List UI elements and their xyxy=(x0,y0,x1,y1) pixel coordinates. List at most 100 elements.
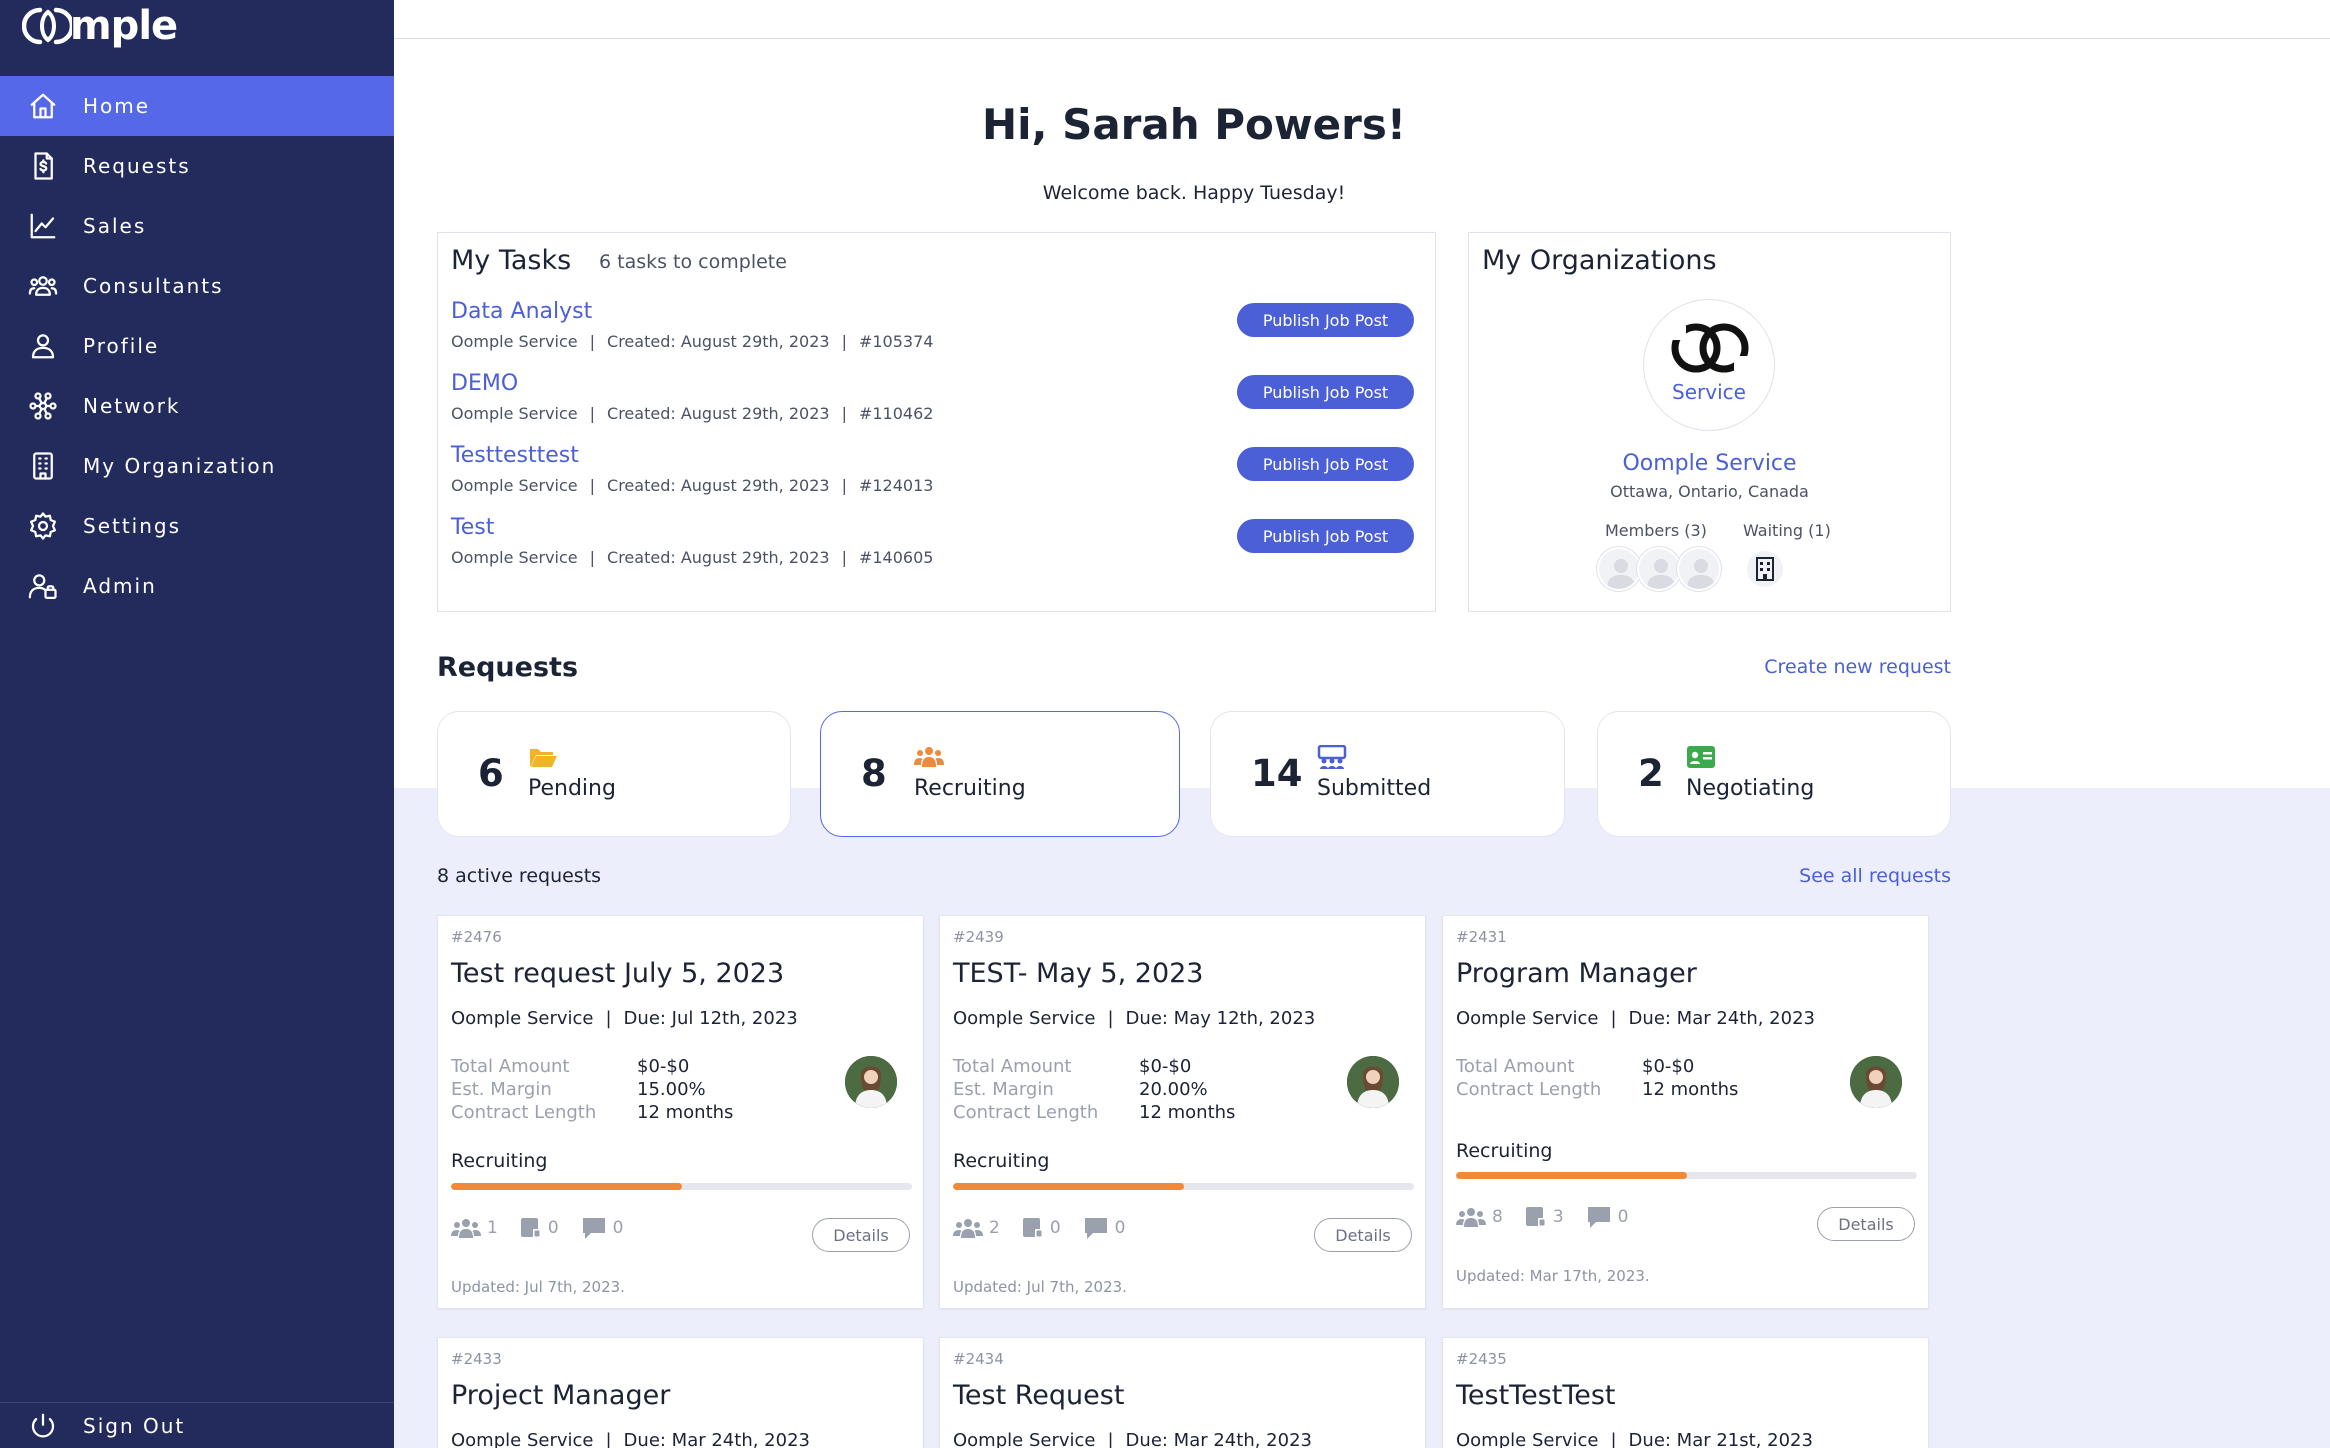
sidebar-item-network[interactable]: Network xyxy=(0,376,394,436)
task-org: Oomple Service xyxy=(451,476,578,495)
top-bar xyxy=(394,0,2330,39)
user-placeholder-icon xyxy=(1647,559,1675,589)
task-id: #110462 xyxy=(858,404,934,423)
sidebar-item-consultants[interactable]: Consultants xyxy=(0,256,394,316)
requests-heading: Requests xyxy=(437,652,579,683)
users-group-icon xyxy=(953,1219,983,1238)
member-avatar[interactable] xyxy=(1677,547,1721,591)
comment-icon xyxy=(1587,1207,1610,1228)
details-button[interactable]: Details xyxy=(1817,1207,1915,1241)
stat-count: 14 xyxy=(1251,752,1303,795)
publish-job-post-button[interactable]: Publish Job Post xyxy=(1237,519,1414,553)
sidebar-item-profile[interactable]: Profile xyxy=(0,316,394,376)
request-title[interactable]: Test Request xyxy=(953,1380,1124,1411)
submissions-count: 0 xyxy=(1022,1217,1061,1239)
progress-bar xyxy=(1456,1172,1917,1179)
request-due: Due: Mar 24th, 2023 xyxy=(1125,1430,1312,1448)
chart-line-icon xyxy=(27,210,59,242)
stat-submitted[interactable]: 14 Submitted xyxy=(1210,711,1565,837)
stat-recruiting[interactable]: 8 Recruiting xyxy=(820,711,1180,837)
organization-name-link[interactable]: Oomple Service xyxy=(1469,451,1950,476)
candidates-count: 1 xyxy=(451,1217,498,1239)
sidebar-item-label: Sales xyxy=(83,214,147,238)
stat-key: Total Amount xyxy=(1456,1056,1575,1077)
candidates-count: 8 xyxy=(1456,1206,1503,1228)
request-counts: 1 0 0 xyxy=(451,1216,645,1240)
request-title[interactable]: Test request July 5, 2023 xyxy=(451,958,784,989)
task-created: Created: August 29th, 2023 xyxy=(607,332,830,351)
sidebar-item-label: Requests xyxy=(83,154,191,178)
task-item: Data Analyst Oomple Service | Created: Aug… xyxy=(451,299,1426,361)
id-card-icon xyxy=(1687,746,1715,768)
request-card[interactable]: #2476 Test request July 5, 2023 Oomple S… xyxy=(437,915,924,1309)
count-value: 0 xyxy=(1617,1207,1629,1227)
sidebar-item-label: Settings xyxy=(83,514,182,538)
building-icon xyxy=(27,450,59,482)
waiting-organization[interactable] xyxy=(1747,551,1783,587)
avatar[interactable] xyxy=(1347,1056,1399,1108)
document-stack-icon xyxy=(520,1218,541,1238)
avatar-photo-icon xyxy=(845,1056,897,1108)
request-title[interactable]: Program Manager xyxy=(1456,958,1697,989)
sidebar-item-my-organization[interactable]: My Organization xyxy=(0,436,394,496)
publish-job-post-button[interactable]: Publish Job Post xyxy=(1237,303,1414,337)
request-org: Oomple Service xyxy=(451,1008,594,1029)
avatar[interactable] xyxy=(845,1056,897,1108)
details-button[interactable]: Details xyxy=(812,1218,910,1252)
publish-job-post-button[interactable]: Publish Job Post xyxy=(1237,375,1414,409)
count-value: 2 xyxy=(989,1218,1000,1238)
waiting-label: Waiting (1) xyxy=(1743,521,1831,540)
stat-key: Est. Margin xyxy=(953,1079,1054,1100)
request-title[interactable]: TestTestTest xyxy=(1456,1380,1616,1411)
status-label: Recruiting xyxy=(1456,1140,1553,1162)
stat-negotiating[interactable]: 2 Negotiating xyxy=(1597,711,1951,837)
request-card[interactable]: #2433 Project Manager Oomple Service | Due… xyxy=(437,1337,924,1448)
sidebar-item-requests[interactable]: Requests xyxy=(0,136,394,196)
organization-location: Ottawa, Ontario, Canada xyxy=(1610,482,1809,501)
task-item: Test Oomple Service | Created: August 29th… xyxy=(451,515,1426,577)
request-due: Due: May 12th, 2023 xyxy=(1125,1008,1316,1029)
sign-out-button[interactable]: Sign Out xyxy=(0,1402,394,1448)
task-item: DEMO Oomple Service | Created: August 29th… xyxy=(451,371,1426,433)
avatar-photo-icon xyxy=(1850,1056,1902,1108)
request-card[interactable]: #2435 TestTestTest Oomple Service | Due: M… xyxy=(1442,1337,1929,1448)
request-card[interactable]: #2431 Program Manager Oomple Service | Due… xyxy=(1442,915,1929,1309)
stat-key: Total Amount xyxy=(451,1056,570,1077)
progress-bar xyxy=(953,1183,1414,1190)
request-card[interactable]: #2439 TEST- May 5, 2023 Oomple Service | D… xyxy=(939,915,1426,1309)
comment-icon xyxy=(1084,1218,1107,1239)
task-id: #124013 xyxy=(858,476,934,495)
document-dollar-icon xyxy=(27,150,59,182)
publish-job-post-button[interactable]: Publish Job Post xyxy=(1237,447,1414,481)
stat-count: 2 xyxy=(1638,752,1664,795)
stat-label: Submitted xyxy=(1317,776,1432,801)
logo-mark-icon xyxy=(22,7,72,45)
request-title[interactable]: TEST- May 5, 2023 xyxy=(953,958,1204,989)
sidebar-item-settings[interactable]: Settings xyxy=(0,496,394,556)
submissions-count: 0 xyxy=(520,1217,559,1239)
request-id: #2434 xyxy=(953,1350,1004,1368)
sidebar-item-admin[interactable]: Admin xyxy=(0,556,394,616)
member-avatar[interactable] xyxy=(1637,547,1681,591)
sidebar-item-sales[interactable]: Sales xyxy=(0,196,394,256)
my-tasks-panel: My Tasks 6 tasks to complete Data Analys… xyxy=(437,232,1436,612)
stat-pending[interactable]: 6 Pending xyxy=(437,711,791,837)
sidebar-item-home[interactable]: Home xyxy=(0,76,394,136)
user-icon xyxy=(27,330,59,362)
oomple-logo[interactable]: mple xyxy=(22,2,178,50)
request-title[interactable]: Project Manager xyxy=(451,1380,670,1411)
request-card[interactable]: #2434 Test Request Oomple Service | Due: M… xyxy=(939,1337,1426,1448)
avatar[interactable] xyxy=(1850,1056,1902,1108)
request-due: Due: Mar 21st, 2023 xyxy=(1628,1430,1813,1448)
request-id: #2435 xyxy=(1456,1350,1507,1368)
comments-count: 0 xyxy=(581,1216,623,1240)
details-button[interactable]: Details xyxy=(1314,1218,1412,1252)
create-new-request-link[interactable]: Create new request xyxy=(1764,656,1951,678)
sidebar-item-label: Network xyxy=(83,394,181,418)
organization-logo[interactable]: Service xyxy=(1643,299,1775,431)
see-all-requests-link[interactable]: See all requests xyxy=(1799,865,1951,887)
comment-icon xyxy=(582,1218,605,1239)
user-placeholder-icon xyxy=(1607,559,1635,589)
stat-key: Contract Length xyxy=(1456,1079,1602,1100)
member-avatar[interactable] xyxy=(1597,547,1641,591)
